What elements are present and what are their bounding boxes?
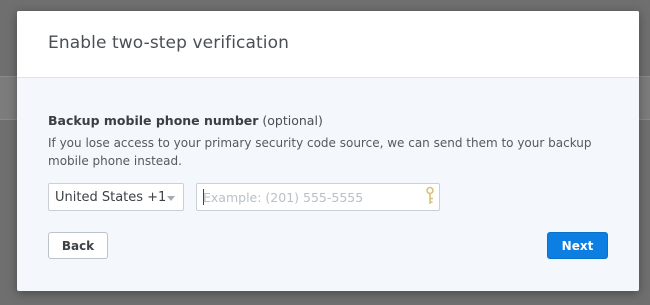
next-button[interactable]: Next [547,232,608,259]
back-button[interactable]: Back [48,232,108,259]
dialog-header: Enable two-step verification [17,11,639,78]
backup-phone-label-text: Backup mobile phone number [48,113,259,128]
dialog-title: Enable two-step verification [48,33,289,53]
country-code-select[interactable]: United States +1 [48,183,184,211]
optional-note: (optional) [262,113,323,128]
chevron-down-icon [167,196,175,201]
backup-phone-description: If you lose access to your primary secur… [48,136,592,168]
two-step-dialog: Enable two-step verification Backup mobi… [17,11,639,291]
country-code-value: United States +1 [55,190,167,205]
phone-number-input[interactable] [196,183,440,211]
backup-phone-label: Backup mobile phone number (optional) [48,113,323,128]
key-icon[interactable] [424,186,436,206]
text-cursor [203,189,204,205]
